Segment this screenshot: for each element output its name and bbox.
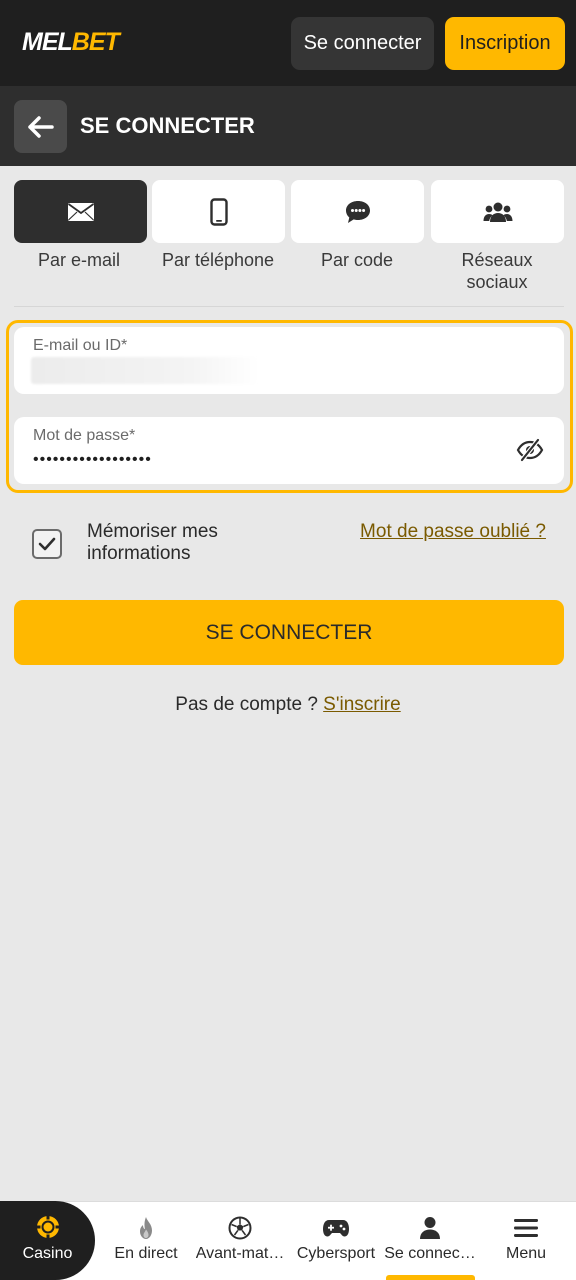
phone-icon — [209, 197, 228, 226]
nav-prematch-label: Avant-mat… — [195, 1245, 285, 1262]
forgot-password-link[interactable]: Mot de passe oublié ? — [350, 521, 556, 543]
tab-email-label[interactable]: Par e-mail — [4, 249, 154, 271]
menu-icon — [514, 1219, 538, 1237]
eye-slash-icon[interactable] — [516, 437, 544, 463]
password-field-label: Mot de passe* — [33, 427, 136, 444]
password-field-value: •••••••••••••••••• — [33, 451, 152, 468]
page-title: SE CONNECTER — [80, 113, 255, 138]
nav-menu-label: Menu — [505, 1245, 547, 1262]
nav-casino[interactable]: Casino — [0, 1201, 95, 1280]
user-icon — [420, 1217, 440, 1239]
chat-bubble-icon — [345, 200, 370, 223]
title-bar: SE CONNECTER — [0, 86, 576, 166]
remember-label[interactable]: Mémoriser mes informations — [87, 521, 307, 565]
tab-email[interactable] — [14, 180, 147, 243]
nav-live[interactable]: En direct — [98, 1201, 194, 1280]
tab-social[interactable] — [431, 180, 564, 243]
back-button[interactable] — [14, 100, 67, 153]
nav-login-label: Se connec… — [384, 1245, 476, 1262]
nav-cybersport-label: Cybersport — [296, 1245, 376, 1262]
casino-chip-icon — [36, 1215, 59, 1239]
tabs-divider — [14, 306, 564, 307]
header-login-button[interactable]: Se connecter — [291, 17, 434, 70]
nav-active-indicator — [386, 1275, 475, 1280]
email-field-label: E-mail ou ID* — [33, 337, 128, 354]
tab-social-label[interactable]: Réseaux sociaux — [447, 249, 547, 293]
nav-cybersport[interactable]: Cybersport — [288, 1201, 384, 1280]
tab-phone-label[interactable]: Par téléphone — [143, 249, 293, 271]
signup-link[interactable]: S'inscrire — [323, 694, 401, 715]
melbet-logo[interactable]: MELBET — [22, 28, 120, 57]
top-bar: MELBET Se connecter Inscription — [0, 0, 576, 86]
tab-phone[interactable] — [152, 180, 285, 243]
nav-live-label: En direct — [114, 1245, 178, 1262]
header-register-button[interactable]: Inscription — [445, 17, 565, 70]
tab-code[interactable] — [291, 180, 424, 243]
tab-code-label[interactable]: Par code — [282, 249, 432, 271]
no-account-label: Pas de compte ? — [175, 694, 324, 715]
arrow-left-icon — [27, 115, 54, 138]
email-field-value-redacted — [31, 357, 259, 384]
nav-casino-label: Casino — [22, 1245, 73, 1262]
flame-icon — [140, 1217, 152, 1239]
nav-login[interactable]: Se connec… — [382, 1201, 478, 1280]
no-account-text: Pas de compte ? S'inscrire — [0, 694, 576, 716]
nav-prematch[interactable]: Avant-mat… — [192, 1201, 288, 1280]
email-field[interactable]: E-mail ou ID* — [14, 327, 564, 394]
remember-checkbox[interactable] — [32, 529, 62, 559]
password-field[interactable]: Mot de passe* •••••••••••••••••• — [14, 417, 564, 484]
gamepad-icon — [323, 1220, 349, 1237]
nav-menu[interactable]: Menu — [478, 1201, 574, 1280]
soccer-ball-icon — [228, 1216, 252, 1240]
checkmark-icon — [38, 537, 56, 551]
submit-login-button[interactable]: SE CONNECTER — [14, 600, 564, 665]
envelope-icon — [67, 202, 94, 221]
users-icon — [483, 202, 512, 222]
